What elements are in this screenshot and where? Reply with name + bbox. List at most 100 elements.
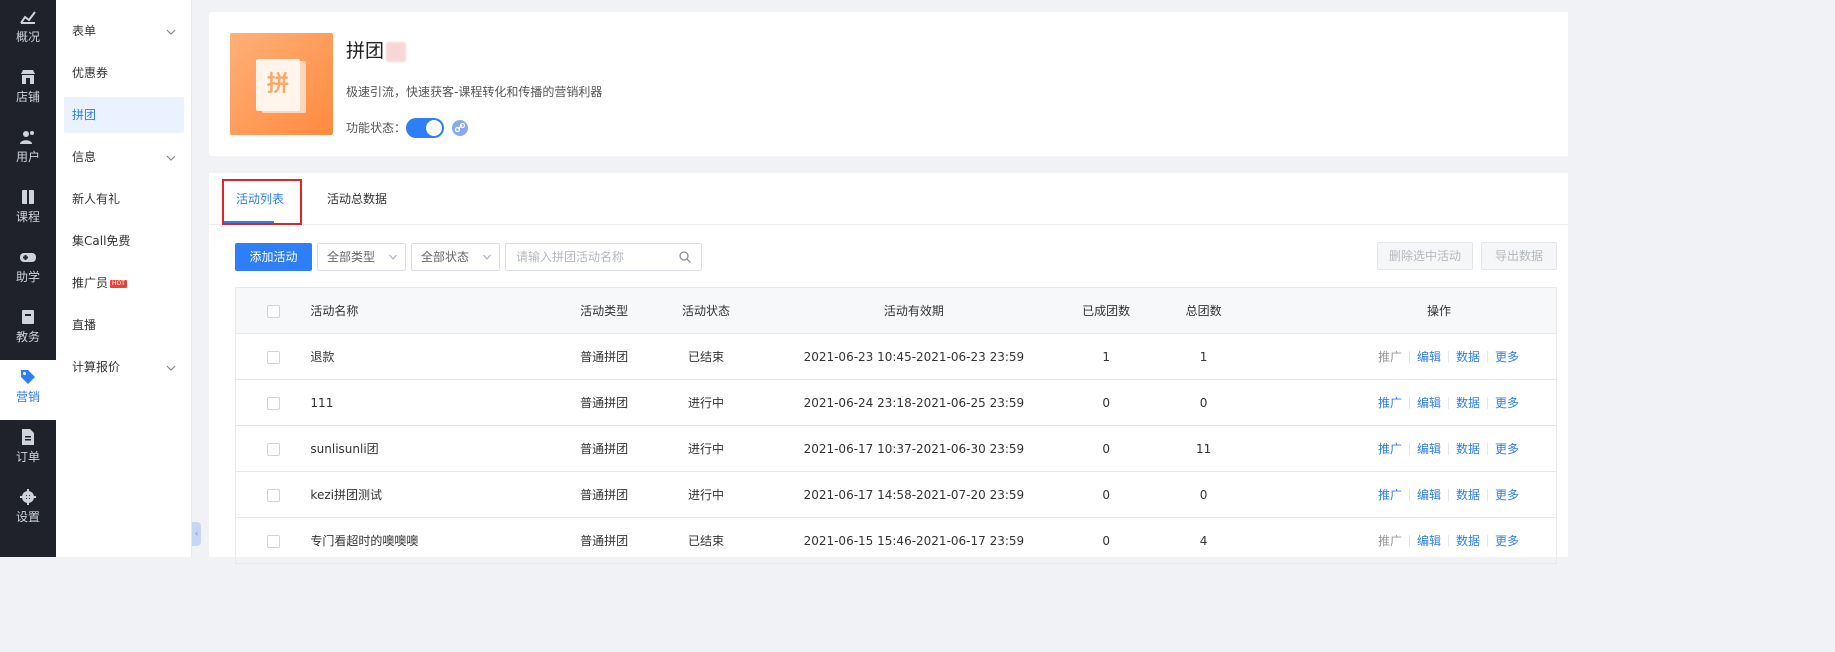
data-link[interactable]: 数据 (1447, 442, 1487, 455)
export-data-button[interactable]: 导出数据 (1481, 242, 1557, 270)
data-link[interactable]: 数据 (1447, 396, 1487, 409)
data-link[interactable]: 数据 (1447, 488, 1487, 501)
promote-link[interactable]: 推广 (1371, 351, 1409, 363)
tab-activity-summary[interactable]: 活动总数据 (327, 173, 387, 225)
chevron-down-icon (483, 254, 491, 260)
edit-link[interactable]: 编辑 (1408, 488, 1448, 501)
activity-search-box (505, 243, 702, 271)
rail-item-orders[interactable]: 订单 (0, 420, 56, 480)
feature-description: 极速引流，快速获客-课程转化和传播的营销利器 (346, 85, 603, 99)
rail-item-overview[interactable]: 概况 (0, 0, 56, 60)
col-header-formed: 已成团数 (1073, 287, 1139, 334)
collapse-sidebar-handle[interactable]: ‹ (192, 522, 201, 546)
submenu-item-info[interactable]: 信息 (64, 139, 184, 175)
submenu-item-promoter[interactable]: 推广员 HOT (64, 265, 184, 301)
edit-link[interactable]: 编辑 (1408, 442, 1448, 455)
activity-period: 2021-06-17 10:37-2021-06-30 23:59 (754, 425, 1074, 472)
chart-icon (20, 11, 36, 24)
edit-link[interactable]: 编辑 (1408, 350, 1448, 363)
submenu-item-newcomer-gift[interactable]: 新人有礼 (64, 181, 184, 217)
submenu-item-call-free[interactable]: 集Call免费 (64, 223, 184, 259)
search-icon[interactable] (678, 250, 692, 264)
book-icon (22, 190, 34, 204)
rail-label: 用户 (15, 150, 40, 164)
data-link[interactable]: 数据 (1447, 534, 1487, 547)
edit-link[interactable]: 编辑 (1408, 396, 1448, 409)
rail-label: 设置 (15, 510, 40, 524)
col-header-name: 活动名称 (310, 287, 551, 334)
rail-item-academic[interactable]: 教务 (0, 300, 56, 360)
clipboard-icon (22, 310, 34, 324)
rail-label: 教务 (15, 330, 40, 344)
submenu-label: 优惠券 (72, 66, 109, 80)
rail-item-marketing[interactable]: 营销 (0, 360, 56, 420)
row-checkbox[interactable] (266, 396, 280, 410)
total-count: 11 (1138, 425, 1269, 472)
feature-status-toggle[interactable] (406, 118, 444, 138)
redacted-mark (386, 41, 407, 62)
activity-type: 普通拼团 (550, 471, 659, 518)
page-title: 拼团 (346, 36, 407, 63)
rail-item-users[interactable]: 用户 (0, 120, 56, 180)
submenu-item-live[interactable]: 直播 (64, 307, 184, 343)
row-select-cell (235, 379, 311, 426)
promote-link[interactable]: 推广 (1371, 489, 1409, 501)
rail-item-study[interactable]: 助学 (0, 240, 56, 300)
formed-count: 0 (1073, 379, 1139, 426)
marketing-submenu: 表单 优惠券 拼团 信息 新人有礼 集Call免费 推广员 HOT 直播 计算报价 (56, 0, 192, 557)
rail-label: 店铺 (15, 90, 40, 104)
col-header-actions: 操作 (1268, 287, 1557, 334)
add-activity-button[interactable]: 添加活动 (235, 243, 312, 271)
table-header-row: 活动名称 活动类型 活动状态 活动有效期 已成团数 总团数 操作 (235, 287, 1557, 334)
rail-item-store[interactable]: 店铺 (0, 60, 56, 120)
submenu-item-form[interactable]: 表单 (64, 13, 184, 49)
chevron-down-icon (166, 155, 176, 161)
promote-link[interactable]: 推广 (1371, 397, 1409, 409)
more-link[interactable]: 更多 (1486, 442, 1526, 455)
select-all-checkbox[interactable] (266, 304, 280, 318)
table-row: 专门看超时的噢噢噢 普通拼团 已结束 2021-06-15 15:46-2021… (235, 517, 1557, 564)
promote-link[interactable]: 推广 (1371, 535, 1409, 547)
row-select-cell (235, 425, 311, 472)
status-filter-value: 全部状态 (421, 250, 470, 264)
row-checkbox[interactable] (266, 350, 280, 364)
table-row: 111 普通拼团 进行中 2021-06-24 23:18-2021-06-25… (235, 379, 1557, 426)
row-actions: 推广 编辑 数据 更多 (1268, 425, 1557, 472)
chevron-down-icon (389, 254, 397, 260)
type-filter-value: 全部类型 (327, 250, 376, 264)
promote-link[interactable]: 推广 (1371, 443, 1409, 455)
delete-selected-button[interactable]: 删除选中活动 (1377, 242, 1473, 270)
submenu-item-coupon[interactable]: 优惠券 (64, 55, 184, 91)
rail-item-settings[interactable]: 设置 (0, 480, 56, 540)
link-icon[interactable] (452, 120, 468, 136)
table-row: sunlisunli团 普通拼团 进行中 2021-06-17 10:37-20… (235, 425, 1557, 472)
data-link[interactable]: 数据 (1447, 350, 1487, 363)
activity-search-input[interactable] (506, 244, 671, 270)
rail-item-courses[interactable]: 课程 (0, 180, 56, 240)
main-content: 拼 拼团 极速引流，快速获客-课程转化和传播的营销利器 功能状态： 活动列表 活… (201, 0, 1568, 564)
page-title-text: 拼团 (346, 40, 385, 62)
activity-period: 2021-06-23 10:45-2021-06-23 23:59 (754, 333, 1074, 380)
row-checkbox[interactable] (266, 534, 280, 548)
more-link[interactable]: 更多 (1486, 534, 1526, 547)
submenu-item-quote[interactable]: 计算报价 (64, 349, 184, 385)
hot-badge: HOT (110, 279, 127, 288)
edit-link[interactable]: 编辑 (1408, 534, 1448, 547)
formed-count: 0 (1073, 425, 1139, 472)
activity-period: 2021-06-24 23:18-2021-06-25 23:59 (754, 379, 1074, 426)
more-link[interactable]: 更多 (1486, 488, 1526, 501)
col-header-period: 活动有效期 (754, 287, 1074, 334)
total-count: 0 (1138, 471, 1269, 518)
type-filter-select[interactable]: 全部类型 (317, 243, 406, 271)
submenu-item-group-buy[interactable]: 拼团 (64, 97, 184, 133)
more-link[interactable]: 更多 (1486, 350, 1526, 363)
activity-status: 进行中 (658, 425, 755, 472)
rail-label: 课程 (15, 210, 40, 224)
activity-type: 普通拼团 (550, 333, 659, 380)
status-filter-select[interactable]: 全部状态 (411, 243, 500, 271)
more-link[interactable]: 更多 (1486, 396, 1526, 409)
row-checkbox[interactable] (266, 488, 280, 502)
row-actions: 推广 编辑 数据 更多 (1268, 517, 1557, 564)
row-checkbox[interactable] (266, 442, 280, 456)
submenu-label: 表单 (72, 24, 97, 38)
